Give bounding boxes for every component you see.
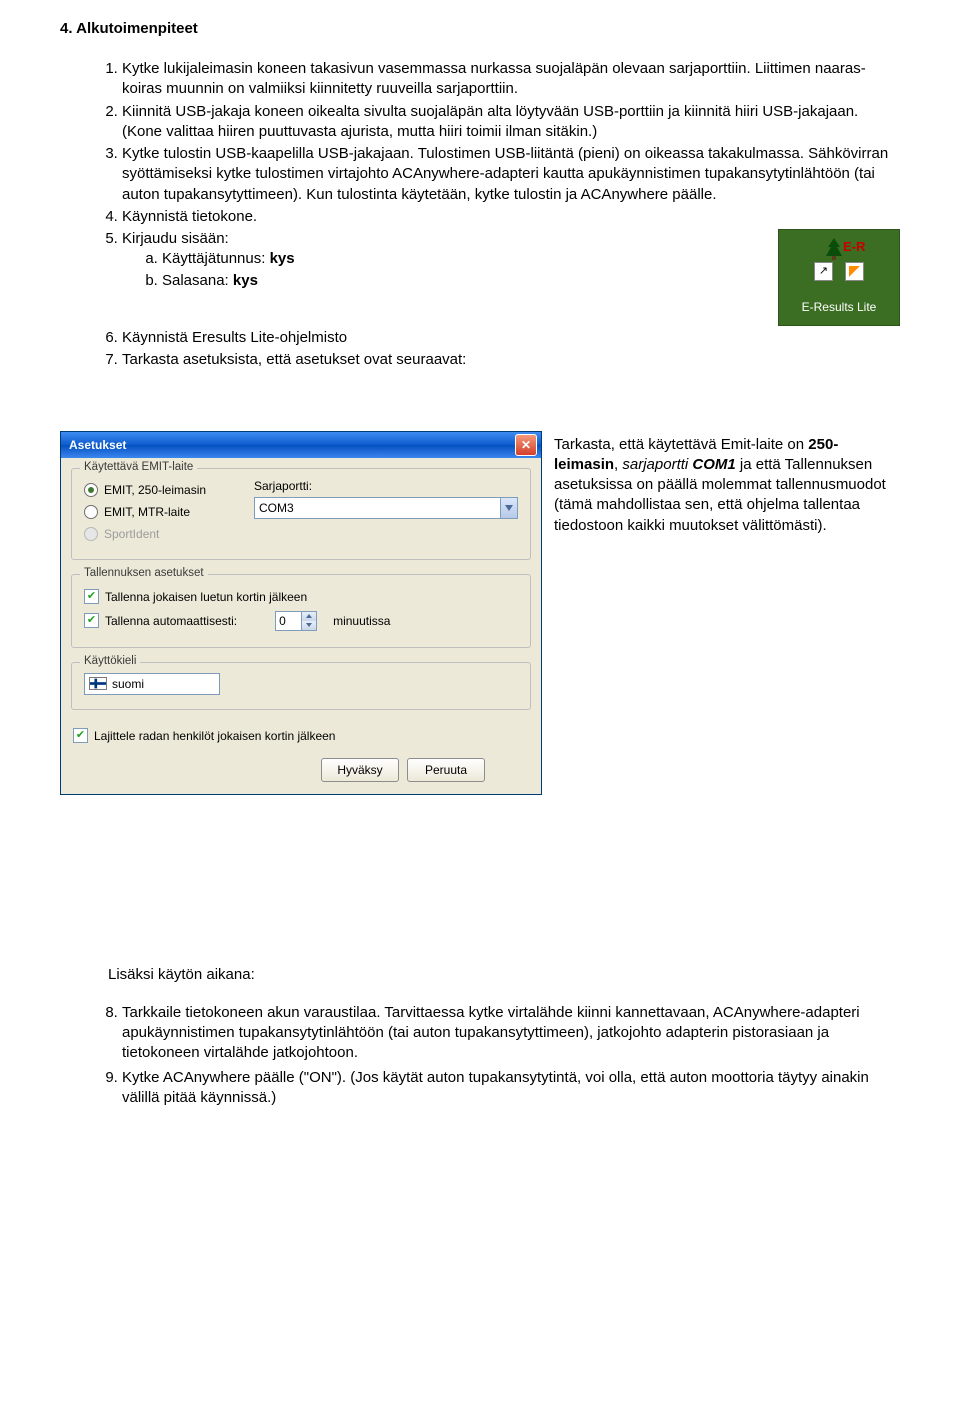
close-button[interactable]: ✕ <box>515 434 537 456</box>
step-2: Kiinnitä USB-jakaja koneen oikealta sivu… <box>122 102 900 143</box>
radio-icon <box>84 483 98 497</box>
radio-icon <box>84 527 98 541</box>
extra-steps-list: Tarkkaile tietokoneen akun varaustilaa. … <box>60 1003 900 1108</box>
autosave-interval-input[interactable]: 0 <box>275 611 317 631</box>
step-3: Kytke tulostin USB-kaapelilla USB-jakaja… <box>122 144 900 205</box>
settings-dialog: Asetukset ✕ Käytettävä EMIT-laite EMIT, … <box>60 431 542 795</box>
section-heading: 4. Alkutoimenpiteet <box>60 20 900 37</box>
shortcut-flag-icon <box>845 262 864 281</box>
step-4: Käynnistä tietokone. <box>122 207 900 227</box>
shortcut-arrow-icon: ↗ <box>814 262 833 281</box>
step-9: Kytke ACAnywhere päälle ("ON"). (Jos käy… <box>122 1068 900 1109</box>
dialog-title: Asetukset <box>69 438 515 452</box>
step-5b-value: kys <box>233 272 258 289</box>
serial-port-value: COM3 <box>259 501 500 515</box>
checkbox-save-after-card-label: Tallenna jokaisen luetun kortin jälkeen <box>105 590 307 604</box>
radio-emit-mtr[interactable]: EMIT, MTR-laite <box>84 501 254 523</box>
cancel-button[interactable]: Peruuta <box>407 758 485 782</box>
step-8: Tarkkaile tietokoneen akun varaustilaa. … <box>122 1003 900 1064</box>
step-7: Tarkasta asetuksista, että asetukset ova… <box>122 350 900 370</box>
radio-icon <box>84 505 98 519</box>
radio-sportident-label: SportIdent <box>104 527 159 541</box>
step-1: Kytke lukijaleimasin koneen takasivun va… <box>122 59 900 100</box>
autosave-unit-label: minuutissa <box>333 614 390 628</box>
chevron-down-icon <box>500 498 517 518</box>
save-settings-group-title: Tallennuksen asetukset <box>80 567 208 579</box>
checkbox-sort-after-card[interactable]: ✔ Lajittele radan henkilöt jokaisen kort… <box>73 724 531 748</box>
ok-button[interactable]: Hyväksy <box>321 758 399 782</box>
radio-emit-250-label: EMIT, 250-leimasin <box>104 483 206 497</box>
spinner-icon[interactable] <box>301 612 316 630</box>
dialog-sidebar-note: Tarkasta, että käytettävä Emit-laite on … <box>554 431 900 536</box>
emit-device-group: Käytettävä EMIT-laite EMIT, 250-leimasin… <box>71 468 531 560</box>
radio-sportident: SportIdent <box>84 523 254 545</box>
checkbox-sort-after-card-label: Lajittele radan henkilöt jokaisen kortin… <box>94 729 335 743</box>
sb-p0: Tarkasta, että käytettävä Emit-laite on <box>554 436 808 453</box>
emit-device-group-title: Käytettävä EMIT-laite <box>80 461 197 473</box>
step-5a-label: Käyttäjätunnus: <box>162 250 270 267</box>
checkbox-icon: ✔ <box>73 728 88 743</box>
checkbox-icon: ✔ <box>84 589 99 604</box>
finland-flag-icon <box>89 677 107 690</box>
step-5b: Salasana: kys <box>162 271 758 291</box>
step-6: Käynnistä Eresults Lite-ohjelmisto <box>122 328 900 348</box>
serial-port-label: Sarjaportti: <box>254 479 518 493</box>
step-5: Kirjaudu sisään: Käyttäjätunnus: kys Sal… <box>122 229 900 326</box>
language-dropdown[interactable]: suomi <box>84 673 220 695</box>
shortcut-label: E-Results Lite <box>779 299 899 315</box>
step-5b-label: Salasana: <box>162 272 233 289</box>
titlebar: Asetukset ✕ <box>61 432 541 458</box>
language-group-title: Käyttökieli <box>80 655 140 667</box>
radio-emit-mtr-label: EMIT, MTR-laite <box>104 505 190 519</box>
language-value: suomi <box>112 677 144 691</box>
sb-p5: COM1 <box>692 456 735 473</box>
sb-p3: sarjaportti <box>622 456 688 473</box>
extra-lead: Lisäksi käytön aikana: <box>60 965 900 985</box>
language-group: Käyttökieli suomi <box>71 662 531 710</box>
checkbox-autosave-label[interactable]: Tallenna automaattisesti: <box>105 614 237 628</box>
step-5a-value: kys <box>270 250 295 267</box>
step-5-sublist: Käyttäjätunnus: kys Salasana: kys <box>122 249 758 291</box>
step-5-text: Kirjaudu sisään: <box>122 230 229 247</box>
radio-emit-250[interactable]: EMIT, 250-leimasin <box>84 479 254 501</box>
er-badge: E-R <box>843 238 865 256</box>
autosave-interval-value: 0 <box>276 612 301 630</box>
close-icon: ✕ <box>521 438 531 452</box>
serial-port-dropdown[interactable]: COM3 <box>254 497 518 519</box>
save-settings-group: Tallennuksen asetukset ✔ Tallenna jokais… <box>71 574 531 648</box>
step-5a: Käyttäjätunnus: kys <box>162 249 758 269</box>
eresults-desktop-shortcut[interactable]: E-R ↗ E-Results Lite <box>778 229 900 326</box>
steps-list: Kytke lukijaleimasin koneen takasivun va… <box>60 59 900 371</box>
checkbox-save-after-card[interactable]: ✔ Tallenna jokaisen luetun kortin jälkee… <box>84 585 518 609</box>
checkbox-icon[interactable]: ✔ <box>84 613 99 628</box>
